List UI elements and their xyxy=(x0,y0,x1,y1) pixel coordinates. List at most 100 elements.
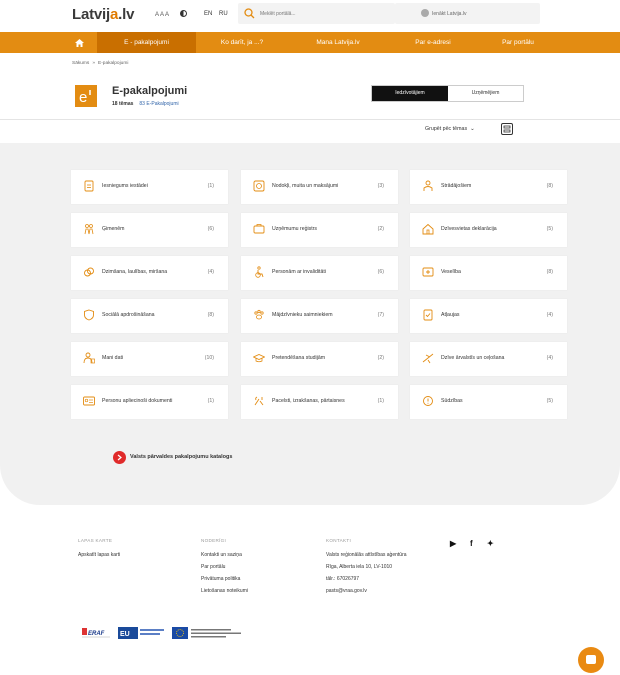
permit-icon xyxy=(422,309,434,321)
search-box xyxy=(238,3,395,24)
breadcrumb: Sākums» E-pakalpojumi xyxy=(72,61,128,66)
contrast-icon[interactable] xyxy=(180,10,187,17)
nav-home-button[interactable] xyxy=(61,32,97,53)
shield-icon xyxy=(83,309,95,321)
home-icon xyxy=(74,38,84,47)
youtube-icon[interactable]: ▶ xyxy=(450,539,456,548)
house-icon xyxy=(422,223,434,235)
footer-link[interactable]: Apskatīt lapas karti xyxy=(78,552,120,558)
services-count-link[interactable]: 83 E-Pakalpojumi xyxy=(139,101,178,107)
main-nav: E - pakalpojumi Ko darīt, ja ...? Mana L… xyxy=(0,32,620,53)
svg-text:ERAF: ERAF xyxy=(88,631,105,637)
category-card[interactable]: Sociālā apdrošināšana (8) xyxy=(71,299,228,333)
nav-item-what-to-do[interactable]: Ko darīt, ja ...? xyxy=(196,32,288,53)
category-label: Veselība xyxy=(441,269,461,275)
page-subtitle: 18 tēmas 83 E-Pakalpojumi xyxy=(112,101,179,107)
category-card[interactable]: Strādājošiem (8) xyxy=(410,170,567,204)
svg-text:EU: EU xyxy=(120,631,130,638)
twitter-icon[interactable]: ✦ xyxy=(487,539,494,548)
footer-email-link[interactable]: pasts@vraa.gov.lv xyxy=(326,588,407,594)
audience-toggle: Iedzīvotājiem Uzņēmējiem xyxy=(371,85,524,102)
page-title: E-pakalpojumi xyxy=(112,85,188,97)
category-card[interactable]: Uzņēmumu reģistrs (2) xyxy=(241,213,398,247)
svg-text:e: e xyxy=(79,89,87,106)
eu-flag-logo xyxy=(172,627,252,639)
view-toggle-button[interactable] xyxy=(501,123,513,135)
eu-fund-logo: EU xyxy=(118,627,166,639)
nav-item-e-address[interactable]: Par e-adresi xyxy=(388,32,478,53)
footer-link[interactable]: Lietošanas noteikumi xyxy=(201,588,248,594)
worker-icon xyxy=(422,180,434,192)
nav-item-about-portal[interactable]: Par portālu xyxy=(478,32,558,53)
logo-suffix: .lv xyxy=(118,6,135,23)
category-label: Strādājošiem xyxy=(441,183,472,189)
category-count: (10) xyxy=(204,355,214,361)
category-label: Pretendēšana studijām xyxy=(272,355,326,361)
category-card[interactable]: Atļaujas (4) xyxy=(410,299,567,333)
chat-button[interactable] xyxy=(578,647,604,673)
erdf-logo: ERAF xyxy=(82,627,110,639)
category-card[interactable]: Dzimšana, laulības, miršana (4) xyxy=(71,256,228,290)
category-label: Iesniegums iestādei xyxy=(102,183,148,189)
chat-bubble-icon xyxy=(586,655,596,664)
category-label: Uzņēmumu reģistrs xyxy=(272,226,317,232)
category-count: (2) xyxy=(377,355,384,361)
paw-icon xyxy=(253,309,265,321)
category-count: (8) xyxy=(546,269,553,275)
category-card[interactable]: Ģimenēm (6) xyxy=(71,213,228,247)
toggle-businesses[interactable]: Uzņēmējiem xyxy=(448,86,523,101)
category-card[interactable]: Sūdzības (5) xyxy=(410,385,567,419)
rings-icon xyxy=(83,266,95,278)
category-card[interactable]: Iesniegums iestādei (1) xyxy=(71,170,228,204)
footer-contact-line: tālr.: 67026797 xyxy=(326,576,360,582)
footer-heading: LAPAS KARTE xyxy=(78,538,113,543)
wheelchair-icon xyxy=(253,266,265,278)
footer-link[interactable]: Privātuma politika xyxy=(201,576,248,582)
category-card[interactable]: Dzīve ārvalstīs un ceļošana (4) xyxy=(410,342,567,376)
category-count: (4) xyxy=(546,312,553,318)
footer-sitemap: LAPAS KARTE Apskatīt lapas karti xyxy=(78,538,120,564)
search-icon[interactable] xyxy=(244,8,255,19)
toggle-residents[interactable]: Iedzīvotājiem xyxy=(372,86,448,101)
site-logo[interactable]: Latvija.lv xyxy=(72,6,134,23)
user-icon xyxy=(421,9,429,17)
category-card[interactable]: Pacelsti, izrakšanas, pārtaisnes (1) xyxy=(241,385,398,419)
nav-item-e-services[interactable]: E - pakalpojumi xyxy=(97,32,196,53)
breadcrumb-home[interactable]: Sākums xyxy=(72,61,89,66)
footer-useful: NODERĪGI Kontakti un saziņa Par portālu … xyxy=(201,538,248,600)
category-card[interactable]: Veselība (8) xyxy=(410,256,567,290)
category-card[interactable]: Pretendēšana studijām (2) xyxy=(241,342,398,376)
category-label: Sūdzības xyxy=(441,398,463,404)
category-label: Nodokļi, muita un maksājumi xyxy=(272,183,339,189)
nav-item-my-latvija[interactable]: Mana Latvija.lv xyxy=(288,32,388,53)
lang-ru-button[interactable]: RU xyxy=(219,11,228,17)
category-card[interactable]: Mājdzīvnieku saimniekiem (7) xyxy=(241,299,398,333)
search-input[interactable] xyxy=(260,8,390,19)
category-label: Mājdzīvnieku saimniekiem xyxy=(272,312,333,318)
category-count: (2) xyxy=(377,226,384,232)
category-label: Mani dati xyxy=(102,355,124,361)
category-label: Personu apliecinoši dokumenti xyxy=(102,398,173,404)
login-button[interactable]: Ienākt Latvija.lv xyxy=(395,3,540,24)
category-card[interactable]: Dzīvesvietas deklarācija (5) xyxy=(410,213,567,247)
category-label: Ģimenēm xyxy=(102,226,125,232)
family-icon xyxy=(83,223,95,235)
footer-link[interactable]: Par portālu xyxy=(201,564,248,570)
group-by-dropdown[interactable]: Grupēt pēc tēmas ⌄ xyxy=(425,126,475,132)
lang-en-button[interactable]: EN xyxy=(204,11,212,17)
footer-contact-line: Valsts reģionālās attīstības aģentūra xyxy=(326,552,407,558)
catalog-label: Valsts pārvaldes pakalpojumu katalogs xyxy=(130,454,233,460)
footer-heading: KONTAKTI xyxy=(326,538,352,543)
footer-link[interactable]: Kontakti un saziņa xyxy=(201,552,248,558)
category-card[interactable]: Personu apliecinoši dokumenti (1) xyxy=(71,385,228,419)
complaint-icon xyxy=(422,395,434,407)
category-card[interactable]: Mani dati (10) xyxy=(71,342,228,376)
chevron-down-icon: ⌄ xyxy=(470,126,475,132)
font-size-switcher[interactable]: A A A xyxy=(155,12,169,18)
category-count: (5) xyxy=(546,398,553,404)
topics-count: 18 tēmas xyxy=(112,101,134,107)
category-card[interactable]: Personām ar invaliditāti (6) xyxy=(241,256,398,290)
facebook-icon[interactable]: f xyxy=(470,539,473,548)
category-count: (1) xyxy=(377,398,384,404)
category-card[interactable]: Nodokļi, muita un maksājumi (3) xyxy=(241,170,398,204)
